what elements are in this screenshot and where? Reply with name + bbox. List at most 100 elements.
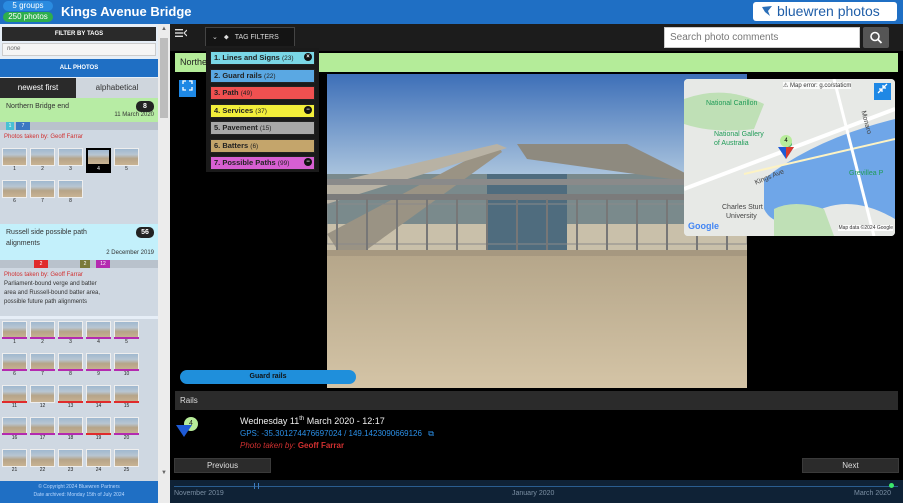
- thumbnail-number: 8: [69, 198, 72, 204]
- photo-thumbnail[interactable]: 12: [30, 385, 55, 410]
- group-tag-row: 2 2 12: [0, 260, 158, 268]
- scroll-down-icon[interactable]: ▼: [158, 468, 170, 478]
- next-button[interactable]: Next: [802, 458, 899, 473]
- photo-thumbnail[interactable]: 7: [30, 353, 55, 378]
- photo-thumbnail[interactable]: 8: [58, 180, 83, 205]
- tag-filter-item[interactable]: 2. Guard rails (22): [210, 68, 315, 83]
- thumbnail-number: 4: [97, 339, 100, 345]
- photo-thumbnail[interactable]: 2: [30, 148, 55, 173]
- thumbnail-number: 16: [11, 435, 18, 441]
- all-photos-header[interactable]: ALL PHOTOS: [0, 59, 158, 77]
- photo-thumbnail[interactable]: 22: [30, 449, 55, 474]
- app-header: 5 groups 250 photos Kings Avenue Bridge …: [0, 0, 903, 24]
- timeline-current-marker[interactable]: [889, 483, 894, 488]
- scrollbar-thumb[interactable]: [160, 38, 168, 118]
- photo-thumbnail[interactable]: 23: [58, 449, 83, 474]
- sidebar-toggle-icon[interactable]: [173, 28, 188, 43]
- photo-thumbnail[interactable]: 3: [58, 148, 83, 173]
- photo-thumbnail[interactable]: 6: [2, 353, 27, 378]
- photo-thumbnail[interactable]: 4: [86, 321, 111, 346]
- scroll-up-icon[interactable]: ▲: [158, 24, 170, 34]
- photo-thumbnail[interactable]: 24: [86, 449, 111, 474]
- photo-thumbnail[interactable]: 11: [2, 385, 27, 410]
- search-button[interactable]: [863, 27, 889, 48]
- photo-thumbnail[interactable]: 21: [2, 449, 27, 474]
- photo-thumbnail[interactable]: 10: [114, 353, 139, 378]
- photo-thumbnail[interactable]: 4: [86, 148, 111, 173]
- group-tag-chip[interactable]: 12: [96, 260, 110, 268]
- minus-icon[interactable]: −: [304, 105, 312, 114]
- map-label: Charles Sturt: [722, 204, 763, 211]
- photo-thumbnail[interactable]: 13: [58, 385, 83, 410]
- direction-marker-icon: [176, 425, 192, 437]
- bluewren-logo[interactable]: bluewren photos: [753, 2, 897, 21]
- logo-text: bluewren photos: [777, 3, 880, 19]
- expand-photo-button[interactable]: [179, 80, 196, 97]
- tab-newest-first[interactable]: newest first: [0, 78, 76, 98]
- sidebar-scrollbar[interactable]: ▲ ▼: [158, 24, 170, 503]
- tag-filter-item[interactable]: 1. Lines and Signs (23) ×: [210, 51, 315, 65]
- group-description-line: Parliament-bound verge and batter: [4, 281, 97, 287]
- tag-filter-item[interactable]: 3. Path (49): [210, 86, 315, 100]
- google-logo: Google: [688, 221, 719, 231]
- photo-thumbnail[interactable]: 1: [2, 148, 27, 173]
- thumbnail-image: [30, 385, 55, 403]
- photo-thumbnail[interactable]: 1: [2, 321, 27, 346]
- photo-thumbnail[interactable]: 9: [86, 353, 111, 378]
- tag-filter-count: (49): [240, 90, 253, 97]
- tag-filters-button[interactable]: ⌄ ⬥ TAG FILTERS: [205, 27, 295, 46]
- group-tag-chip[interactable]: 1: [6, 122, 14, 130]
- photo-thumbnail[interactable]: 3: [58, 321, 83, 346]
- close-icon[interactable]: ×: [304, 53, 312, 61]
- photo-thumbnail[interactable]: 14: [86, 385, 111, 410]
- date-text: Wednesday 11: [240, 416, 300, 426]
- timeline-tick[interactable]: [258, 483, 259, 489]
- timeline-tick[interactable]: [254, 483, 255, 489]
- tab-alphabetical[interactable]: alphabetical: [76, 78, 158, 98]
- photo-thumbnail[interactable]: 15: [114, 385, 139, 410]
- minus-icon[interactable]: −: [304, 158, 312, 166]
- thumbnail-number: 17: [39, 435, 46, 441]
- thumbnail-number: 10: [123, 371, 130, 377]
- minimize-map-button[interactable]: [874, 83, 891, 100]
- external-link-icon[interactable]: ⧉: [428, 429, 434, 438]
- group-tag-chip[interactable]: 2: [80, 260, 90, 268]
- archive-date-line: Date archived: Monday 15th of July 2024: [33, 492, 125, 498]
- photo-thumbnail[interactable]: 19: [86, 417, 111, 442]
- search-input[interactable]: Search photo comments: [664, 27, 860, 48]
- photo-thumbnail[interactable]: 18: [58, 417, 83, 442]
- photo-thumbnail[interactable]: 8: [58, 353, 83, 378]
- tag-filter-label: 4. Services: [214, 105, 254, 115]
- group-description-line: possible future path alignments: [4, 299, 88, 305]
- photo-thumbnail[interactable]: 7: [30, 180, 55, 205]
- tag-filter-field[interactable]: none: [2, 43, 156, 56]
- gps-link[interactable]: GPS: -35.301274476697024 / 149.142309066…: [240, 429, 434, 439]
- location-map[interactable]: ⚠ Map error: g.co/staticm National Caril…: [684, 79, 895, 236]
- photo-thumbnail[interactable]: 25: [114, 449, 139, 474]
- map-pin-icon: [778, 147, 794, 159]
- tag-filter-item[interactable]: 7. Possible Paths (99) −: [210, 156, 315, 170]
- map-location-marker[interactable]: 4: [778, 135, 794, 159]
- photo-thumbnail[interactable]: 2: [30, 321, 55, 346]
- thumbnail-number: 2: [41, 166, 44, 172]
- tag-filter-item[interactable]: 5. Pavement (15): [210, 121, 315, 135]
- photo-thumbnail[interactable]: 16: [2, 417, 27, 442]
- photo-thumbnail[interactable]: 6: [2, 180, 27, 205]
- map-error-notice: ⚠ Map error: g.co/staticm: [783, 82, 852, 89]
- previous-button[interactable]: Previous: [174, 458, 271, 473]
- photo-thumbnail[interactable]: 5: [114, 148, 139, 173]
- tag-filter-item[interactable]: 6. Batters (6): [210, 138, 315, 153]
- tag-filter-item[interactable]: 4. Services (37) −: [210, 103, 315, 118]
- group-header-russell-side[interactable]: Russell side possible path alignments 56…: [0, 224, 158, 260]
- group-tag-chip[interactable]: 7: [16, 122, 30, 130]
- photo-thumbnail[interactable]: 5: [114, 321, 139, 346]
- thumbnail-number: 19: [95, 435, 102, 441]
- photo-tag-pill[interactable]: Guard rails: [180, 370, 356, 384]
- thumbnail-number: 22: [39, 467, 46, 473]
- group-header-northern-bridge-end[interactable]: Northern Bridge end 8 11 March 2020: [0, 98, 158, 122]
- timeline[interactable]: November 2019 January 2020 March 2020: [170, 480, 903, 503]
- photo-thumbnail[interactable]: 17: [30, 417, 55, 442]
- timeline-track[interactable]: [174, 486, 898, 487]
- photo-thumbnail[interactable]: 20: [114, 417, 139, 442]
- group-tag-chip[interactable]: 2: [34, 260, 48, 268]
